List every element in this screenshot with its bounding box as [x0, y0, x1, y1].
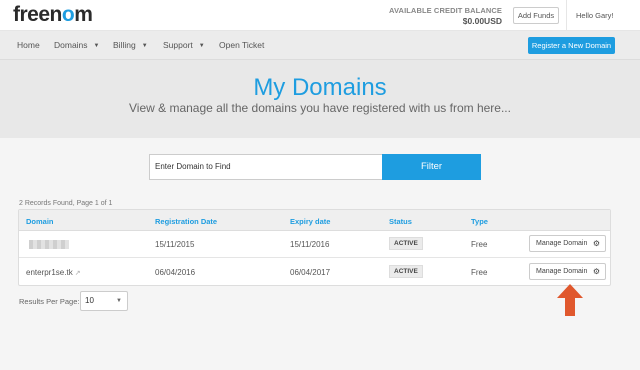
- domain-type: Free: [471, 240, 488, 249]
- nav-domains[interactable]: Domains ▼: [54, 40, 100, 50]
- domain-link[interactable]: enterpr1se.tk: [26, 268, 73, 277]
- chevron-down-icon: ▼: [116, 298, 122, 304]
- domain-type: Free: [471, 268, 488, 277]
- credit-amount: $0.00USD: [462, 16, 502, 26]
- col-status[interactable]: Status: [389, 217, 412, 226]
- results-per-page-value: 10: [85, 296, 94, 305]
- credit-label: AVAILABLE CREDIT BALANCE: [389, 6, 502, 15]
- nav-home[interactable]: Home: [17, 40, 40, 50]
- manage-domain-label: Manage Domain: [536, 240, 588, 247]
- domain-search-input[interactable]: Enter Domain to Find: [149, 154, 382, 180]
- status-badge: ACTIVE: [389, 237, 423, 250]
- domain-name[interactable]: enterpr1se.tk ↗: [26, 268, 81, 277]
- expiry-date: 06/04/2017: [290, 268, 331, 277]
- header-divider: [566, 0, 567, 31]
- domains-table: Domain Registration Date Expiry date Sta…: [18, 209, 611, 286]
- add-funds-button[interactable]: Add Funds: [513, 7, 559, 24]
- manage-domain-button[interactable]: Manage Domain ⚙: [529, 263, 606, 280]
- page-title: My Domains: [253, 74, 387, 101]
- nav-open-ticket[interactable]: Open Ticket: [219, 40, 264, 50]
- external-link-icon[interactable]: ↗: [75, 270, 81, 277]
- registration-date: 15/11/2015: [155, 240, 195, 249]
- records-count: 2 Records Found, Page 1 of 1: [19, 200, 113, 207]
- gear-icon: ⚙: [592, 239, 600, 248]
- table-header: Domain Registration Date Expiry date Sta…: [19, 210, 610, 231]
- chevron-down-icon: ▼: [141, 43, 148, 49]
- chevron-down-icon: ▼: [93, 43, 100, 49]
- table-row: 15/11/2015 15/11/2016 ACTIVE Free Manage…: [19, 231, 610, 258]
- top-header: freenom AVAILABLE CREDIT BALANCE $0.00US…: [0, 0, 640, 31]
- col-type[interactable]: Type: [471, 217, 488, 226]
- filter-button[interactable]: Filter: [382, 154, 481, 180]
- nav-support[interactable]: Support ▼: [163, 40, 205, 50]
- col-registration-date[interactable]: Registration Date: [155, 217, 217, 226]
- register-domain-button[interactable]: Register a New Domain: [528, 37, 615, 54]
- credit-balance: AVAILABLE CREDIT BALANCE $0.00USD: [389, 6, 502, 26]
- chevron-down-icon: ▼: [198, 43, 205, 49]
- col-domain[interactable]: Domain: [26, 217, 54, 226]
- domain-redacted: [29, 240, 69, 249]
- table-row: enterpr1se.tk ↗ 06/04/2016 06/04/2017 ACT…: [19, 259, 610, 286]
- gear-icon: ⚙: [592, 267, 600, 276]
- main-nav: Home Domains ▼ Billing ▼ Support ▼ Open Tic…: [0, 31, 640, 60]
- expiry-date: 15/11/2016: [290, 240, 330, 249]
- results-per-page-select[interactable]: 10 ▼: [80, 291, 128, 311]
- freenom-logo[interactable]: freenom: [13, 3, 93, 27]
- registration-date: 06/04/2016: [155, 268, 196, 277]
- col-expiry-date[interactable]: Expiry date: [290, 217, 330, 226]
- nav-billing[interactable]: Billing ▼: [113, 40, 148, 50]
- manage-domain-label: Manage Domain: [536, 268, 588, 275]
- up-arrow-icon: [557, 284, 583, 316]
- status-badge: ACTIVE: [389, 265, 423, 278]
- page-hero: My Domains View & manage all the domains…: [0, 60, 640, 138]
- manage-domain-button[interactable]: Manage Domain ⚙: [529, 235, 606, 252]
- page-subtitle: View & manage all the domains you have r…: [129, 101, 511, 115]
- results-per-page-label: Results Per Page:: [19, 297, 80, 306]
- user-greeting[interactable]: Hello Gary!: [576, 11, 614, 20]
